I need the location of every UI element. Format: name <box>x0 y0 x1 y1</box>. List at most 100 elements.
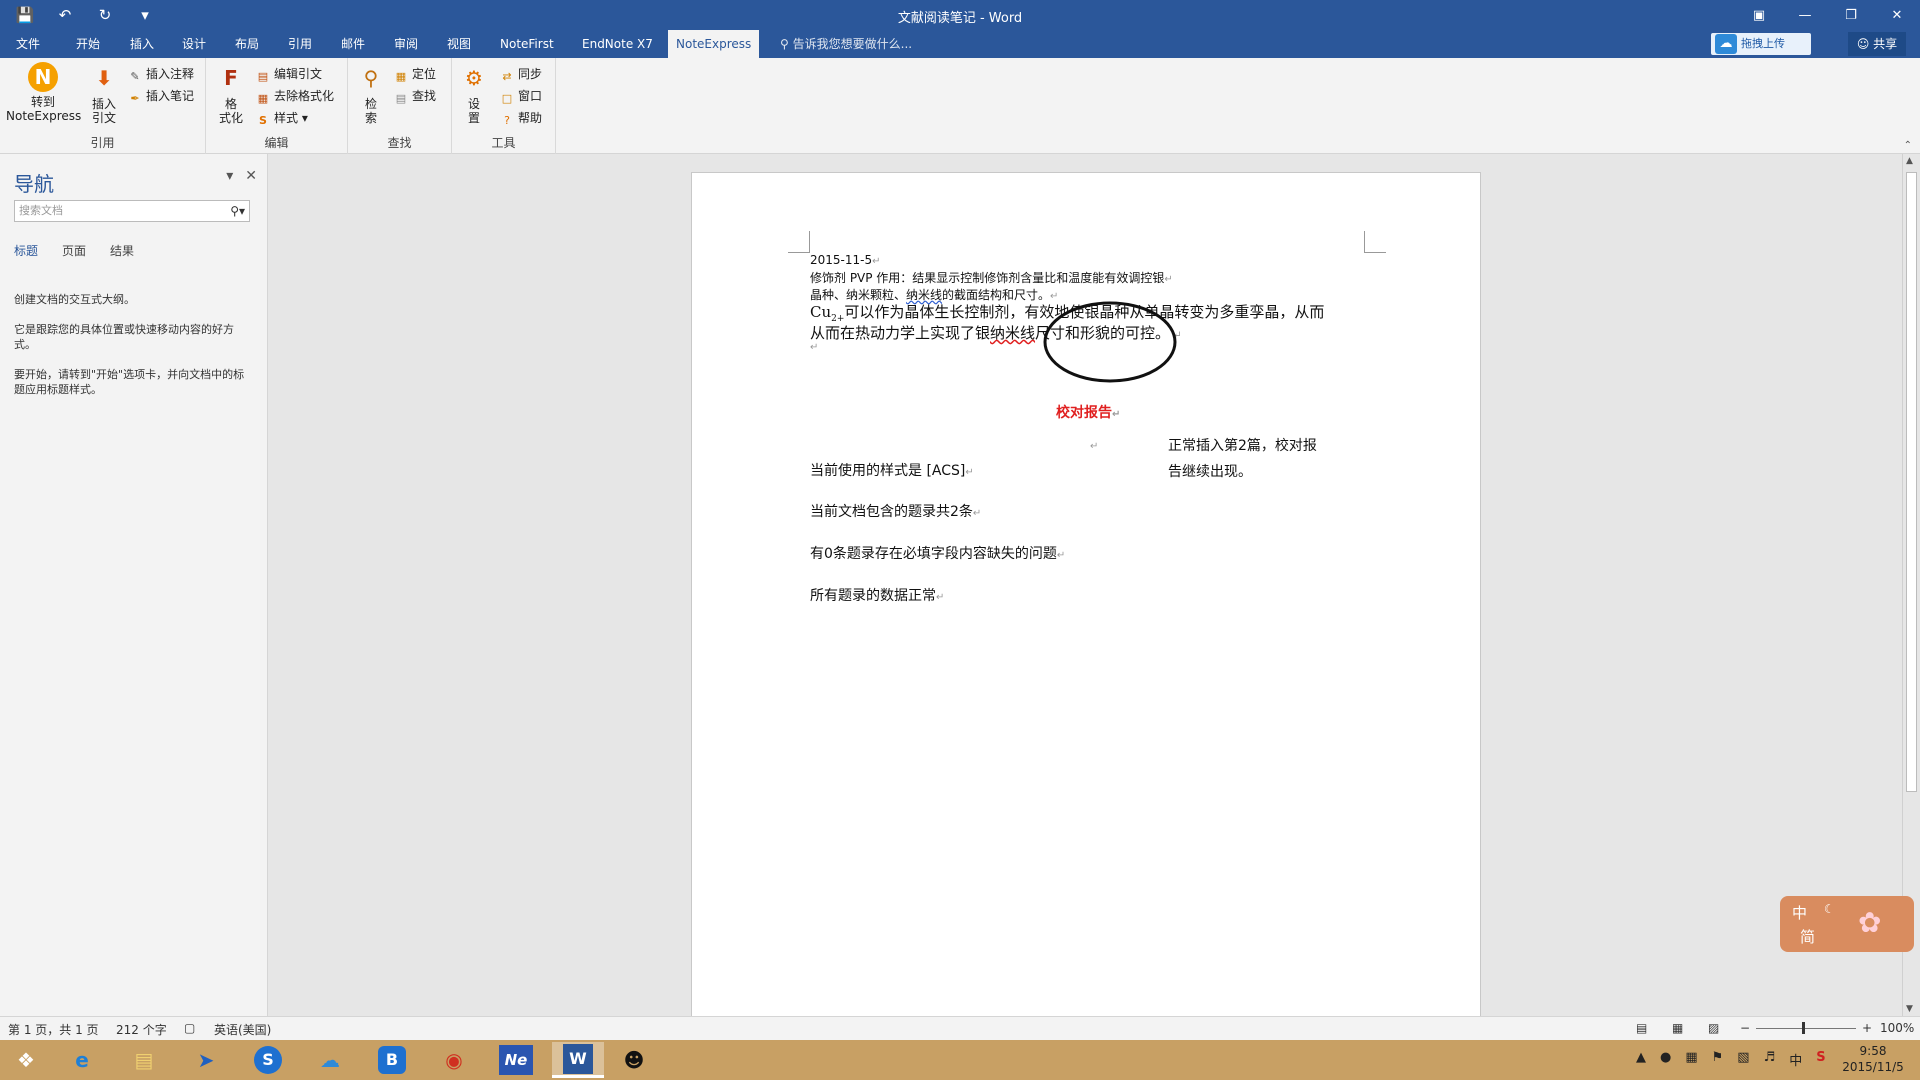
search-icon[interactable]: ⚲▾ <box>230 201 245 221</box>
pencil-icon: ✎ <box>130 70 140 83</box>
chrome-icon[interactable]: ◉ <box>428 1042 480 1078</box>
nav-hint-2: 它是跟踪您的具体位置或快速移动内容的好方式。 <box>14 323 234 351</box>
find-icon: ▤ <box>395 92 407 105</box>
proofing-icon[interactable]: ▢ <box>184 1021 195 1035</box>
tab-mailings[interactable]: 邮件 <box>333 30 373 58</box>
close-icon[interactable]: ✕ <box>1874 0 1920 30</box>
zoom-in-icon[interactable]: + <box>1862 1021 1872 1035</box>
tab-insert[interactable]: 插入 <box>122 30 162 58</box>
help-button[interactable]: ? 帮助 <box>500 108 542 128</box>
collapse-ribbon-icon[interactable]: ⌃ <box>1904 140 1912 151</box>
goto-noteexpress-button[interactable]: N 转到 NoteExpress <box>6 62 81 123</box>
doc-date: 2015-11-5↵ <box>810 253 881 267</box>
style-dropdown[interactable]: S 样式 ▾ <box>256 108 308 128</box>
locate-button[interactable]: ▦ 定位 <box>394 64 436 84</box>
edit-citation-button[interactable]: ▤ 编辑引文 <box>256 64 322 84</box>
locate-icon: ▦ <box>395 70 407 83</box>
print-layout-icon[interactable]: ▦ <box>1672 1021 1683 1035</box>
tray-app-icon[interactable]: ● <box>1660 1050 1671 1069</box>
doc-line-1: 修饰剂 PVP 作用：结果显示控制修饰剂含量比和温度能有效调控银↵ <box>810 271 1173 285</box>
zoom-slider[interactable] <box>1756 1022 1856 1034</box>
ime-tray-icon[interactable]: 中 <box>1789 1050 1802 1069</box>
document-area: 2015-11-5↵ 修饰剂 PVP 作用：结果显示控制修饰剂含量比和温度能有效… <box>269 154 1902 1016</box>
share-button[interactable]: ☺ 共享 <box>1848 32 1906 56</box>
read-mode-icon[interactable]: ▤ <box>1636 1021 1647 1035</box>
bird-app-icon[interactable]: ➤ <box>180 1042 232 1078</box>
web-layout-icon[interactable]: ▨ <box>1708 1021 1719 1035</box>
noteexpress-logo-icon: N <box>28 62 58 92</box>
sync-button[interactable]: ⇄ 同步 <box>500 64 542 84</box>
minimize-icon[interactable]: — <box>1782 0 1828 30</box>
ribbon-tab-bar: 文件 开始 插入 设计 布局 引用 邮件 审阅 视图 NoteFirst End… <box>0 30 1920 58</box>
group-cite: N 转到 NoteExpress ⬇ 插入 引文 ✎ 插入注释 ✒ 插入笔记 引用 <box>0 58 206 154</box>
system-tray: ▲ ● ▦ ⚑ ▧ ♬ 中 S <box>1636 1050 1826 1069</box>
chevron-down-icon: ▾ <box>301 111 308 125</box>
network-icon[interactable]: ▧ <box>1737 1050 1749 1069</box>
sogou-icon[interactable]: S <box>242 1042 294 1078</box>
tab-file[interactable]: 文件 <box>8 30 48 58</box>
file-explorer-icon[interactable]: ▤ <box>118 1042 170 1078</box>
volume-icon[interactable]: ♬ <box>1764 1050 1776 1069</box>
ie-icon[interactable]: e <box>56 1042 108 1078</box>
empty-paragraph-mark: ↵ <box>810 342 819 353</box>
tab-view[interactable]: 视图 <box>439 30 479 58</box>
restore-icon[interactable]: ❐ <box>1828 0 1874 30</box>
edit-citation-icon: ▤ <box>257 70 269 83</box>
tell-me-box[interactable]: ⚲ 告诉我您想要做什么... <box>780 30 912 58</box>
tab-review[interactable]: 审阅 <box>386 30 426 58</box>
taskbar: ❖ e ▤ ➤ S ☁ B ◉ Ne W ☻ ▲ ● ▦ ⚑ ▧ ♬ 中 S 9… <box>0 1040 1920 1080</box>
app-calendar-icon[interactable]: B <box>366 1042 418 1078</box>
insert-memo-button[interactable]: ✒ 插入笔记 <box>128 86 194 106</box>
tab-layout[interactable]: 布局 <box>227 30 267 58</box>
group-edit: F 格 式化 ▤ 编辑引文 ▦ 去除格式化 S 样式 ▾ 编辑 <box>206 58 348 154</box>
qq-icon[interactable]: ☻ <box>608 1042 660 1078</box>
magnifier-icon: ⚲ <box>363 66 379 90</box>
insert-annotation-button[interactable]: ✎ 插入注释 <box>128 64 194 84</box>
ime-widget[interactable]: 中 简 ☾ ✿ <box>1780 896 1914 952</box>
chevron-down-icon[interactable]: ▾ <box>226 168 233 184</box>
nav-tab-headings[interactable]: 标题 <box>14 242 38 259</box>
scrollbar-thumb[interactable] <box>1906 172 1917 792</box>
sogou-tray-icon[interactable]: S <box>1816 1050 1825 1069</box>
remove-format-button[interactable]: ▦ 去除格式化 <box>256 86 334 106</box>
tray-windows-icon[interactable]: ▦ <box>1685 1050 1697 1069</box>
nav-tab-pages[interactable]: 页面 <box>62 242 86 259</box>
format-button[interactable]: F 格 式化 <box>214 62 248 125</box>
flag-icon[interactable]: ⚑ <box>1712 1050 1724 1069</box>
vertical-scrollbar[interactable]: ▲ ▼ <box>1902 154 1920 1016</box>
baidu-cloud-icon[interactable]: ☁ <box>304 1042 356 1078</box>
upload-button[interactable]: ☁ 拖拽上传 <box>1711 33 1811 55</box>
document-page[interactable]: 2015-11-5↵ 修饰剂 PVP 作用：结果显示控制修饰剂含量比和温度能有效… <box>691 172 1481 1016</box>
windows-start-icon[interactable]: ❖ <box>0 1042 52 1078</box>
zoom-out-icon[interactable]: − <box>1740 1021 1750 1035</box>
tab-endnote[interactable]: EndNote X7 <box>574 30 661 58</box>
page-count[interactable]: 第 1 页，共 1 页 <box>8 1021 99 1038</box>
word-count[interactable]: 212 个字 <box>116 1021 167 1038</box>
nav-tab-results[interactable]: 结果 <box>110 242 134 259</box>
tab-references[interactable]: 引用 <box>280 30 320 58</box>
scroll-up-icon[interactable]: ▲ <box>1906 156 1913 166</box>
nav-controls: ▾ ✕ <box>226 168 257 184</box>
tab-notefirst[interactable]: NoteFirst <box>492 30 562 58</box>
insert-citation-button[interactable]: ⬇ 插入 引文 <box>84 62 124 125</box>
group-find: ⚲ 检 索 ▦ 定位 ▤ 查找 查找 <box>348 58 452 154</box>
language[interactable]: 英语(美国) <box>214 1021 271 1038</box>
word-taskbar-icon[interactable]: W <box>552 1042 604 1078</box>
noteexpress-taskbar-icon[interactable]: Ne <box>490 1042 542 1078</box>
scroll-down-icon[interactable]: ▼ <box>1906 1004 1913 1014</box>
zoom-slider-thumb[interactable] <box>1802 1022 1805 1034</box>
clock[interactable]: 9:58 2015/11/5 <box>1838 1043 1908 1075</box>
tab-design[interactable]: 设计 <box>174 30 214 58</box>
ribbon-display-options-icon[interactable]: ▣ <box>1736 0 1782 30</box>
zoom-level[interactable]: 100% <box>1880 1021 1914 1035</box>
search-button[interactable]: ⚲ 检 索 <box>354 62 388 125</box>
close-icon[interactable]: ✕ <box>245 168 257 184</box>
settings-button[interactable]: ⚙ 设 置 <box>456 62 492 125</box>
pen-icon: ✒ <box>130 92 140 105</box>
tab-noteexpress[interactable]: NoteExpress <box>668 30 760 58</box>
nav-search-input[interactable]: 搜索文档 ⚲▾ <box>14 200 250 222</box>
tray-expand-icon[interactable]: ▲ <box>1636 1050 1646 1069</box>
tab-home[interactable]: 开始 <box>68 30 108 58</box>
find-button[interactable]: ▤ 查找 <box>394 86 436 106</box>
window-button[interactable]: □ 窗口 <box>500 86 542 106</box>
